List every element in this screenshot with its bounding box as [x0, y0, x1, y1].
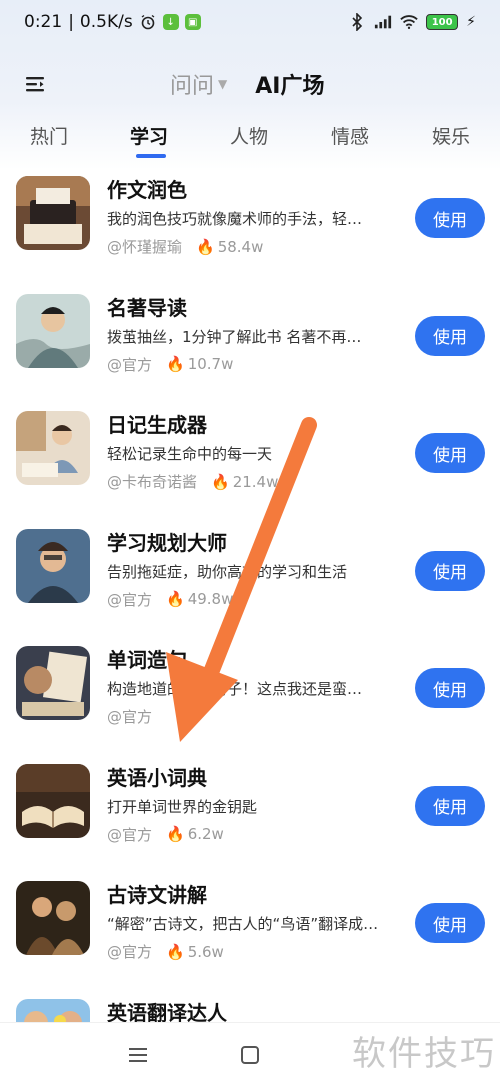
item-meta: @卡布奇诺酱 🔥 21.4w	[107, 471, 278, 492]
status-time: 0:21	[24, 12, 63, 32]
category-tabs: 热门 学习 人物 情感 娱乐	[0, 118, 500, 158]
home-icon[interactable]	[241, 1046, 259, 1064]
tab-emotion[interactable]: 情感	[331, 122, 369, 149]
tab-hot[interactable]: 热门	[30, 122, 68, 149]
item-usage-count: w	[188, 707, 201, 726]
item-description: 告别拖延症，助你高效的学习和生活	[107, 562, 348, 581]
list-item[interactable]: 单词造句 构造地道的英语句子！这点我还是蛮… @官方 w 使用	[0, 640, 500, 758]
item-thumbnail	[16, 176, 90, 250]
status-speed: 0.5K/s	[79, 12, 133, 32]
item-description: 打开单词世界的金钥匙	[107, 797, 258, 816]
item-description: “解密”古诗文，把古人的“鸟语”翻译成…	[107, 915, 379, 933]
item-meta: @官方 🔥 49.8w	[107, 589, 233, 610]
item-usage-count: 5.6w	[187, 942, 224, 961]
item-author: @官方	[107, 708, 153, 726]
flame-icon: 🔥	[196, 237, 215, 256]
item-title: 学习规划大师	[107, 530, 227, 555]
item-title: 名著导读	[107, 295, 187, 320]
item-title: 作文润色	[107, 178, 187, 202]
item-meta: @官方 🔥 6.2w	[107, 824, 224, 845]
use-button[interactable]: 使用	[415, 668, 485, 708]
assistant-list: 作文润色 我的润色技巧就像魔术师的手法，轻… @怀瑾握瑜 🔥 58.4w 使用 名…	[0, 170, 500, 1084]
signal-icon	[374, 13, 392, 31]
item-thumbnail	[16, 646, 90, 720]
list-item[interactable]: 学习规划大师 告别拖延症，助你高效的学习和生活 @官方 🔥 49.8w 使用	[0, 523, 500, 641]
item-title: 日记生成器	[107, 413, 207, 437]
active-tab-indicator	[136, 154, 166, 158]
recent-apps-icon[interactable]	[128, 1047, 148, 1063]
list-item[interactable]: 作文润色 我的润色技巧就像魔术师的手法，轻… @怀瑾握瑜 🔥 58.4w 使用	[0, 170, 500, 288]
item-meta: @怀瑾握瑜 🔥 58.4w	[107, 236, 263, 257]
ask-label: 问问	[170, 74, 215, 99]
charging-icon: ⚡	[466, 14, 476, 30]
list-item[interactable]: 古诗文讲解 “解密”古诗文，把古人的“鸟语”翻译成… @官方 🔥 5.6w 使用	[0, 875, 500, 993]
download-icon: ↓	[162, 14, 179, 30]
item-thumbnail	[16, 528, 90, 603]
item-meta: @官方 🔥 5.6w	[107, 941, 224, 962]
item-usage-count: 6.2w	[187, 825, 224, 843]
item-meta: @官方 🔥 10.7w	[107, 354, 233, 375]
flame-icon: 🔥	[166, 825, 185, 843]
item-description: 轻松记录生命中的每一天	[107, 445, 273, 463]
list-item[interactable]: 日记生成器 轻松记录生命中的每一天 @卡布奇诺酱 🔥 21.4w 使用	[0, 405, 500, 523]
bluetooth-icon	[348, 13, 366, 31]
item-title: 古诗文讲解	[107, 883, 207, 907]
item-usage-count: 21.4w	[232, 472, 279, 491]
item-usage-count: 49.8w	[187, 590, 234, 608]
tab-people[interactable]: 人物	[230, 122, 268, 149]
flame-icon: 🔥	[211, 472, 230, 491]
item-description: 拨茧抽丝，1分钟了解此书 名著不再…	[107, 327, 362, 346]
use-button[interactable]: 使用	[415, 903, 485, 943]
item-description: 构造地道的英语句子！这点我还是蛮…	[107, 680, 363, 698]
use-button[interactable]: 使用	[415, 433, 485, 473]
flame-icon: 🔥	[166, 355, 185, 373]
tab-entertainment[interactable]: 娱乐	[432, 122, 470, 149]
ai-square-tab[interactable]: AI广场	[255, 68, 324, 100]
status-bar: 0:21 | 0.5K/s ↓ ▣ 100 ⚡	[0, 0, 500, 44]
item-description: 我的润色技巧就像魔术师的手法，轻…	[107, 210, 363, 228]
item-thumbnail	[16, 293, 90, 368]
alarm-icon	[139, 13, 157, 31]
flame-icon: 🔥	[166, 942, 185, 961]
item-author: @卡布奇诺酱	[107, 473, 198, 491]
item-author: @官方	[107, 590, 153, 609]
battery-icon: 100	[426, 14, 459, 30]
list-item[interactable]: 英语小词典 打开单词世界的金钥匙 @官方 🔥 6.2w 使用	[0, 758, 500, 876]
use-button[interactable]: 使用	[415, 785, 485, 826]
menu-icon[interactable]	[24, 72, 48, 96]
use-button[interactable]: 使用	[415, 315, 485, 356]
list-item[interactable]: 名著导读 拨茧抽丝，1分钟了解此书 名著不再… @官方 🔥 10.7w 使用	[0, 288, 500, 406]
item-thumbnail	[16, 763, 90, 838]
item-usage-count: 10.7w	[187, 355, 234, 373]
flame-icon: 🔥	[166, 590, 185, 608]
item-author: @怀瑾握瑜	[107, 238, 183, 256]
wifi-icon	[400, 13, 418, 31]
item-meta: @官方 w	[107, 706, 200, 727]
item-author: @官方	[107, 825, 153, 844]
app-notification-icon: ▣	[184, 14, 201, 30]
watermark: 软件技巧	[352, 1034, 496, 1074]
item-author: @官方	[107, 943, 153, 961]
status-separator: |	[68, 12, 74, 32]
item-title: 英语小词典	[107, 765, 207, 790]
item-author: @官方	[107, 355, 153, 374]
chevron-down-icon: ▼	[218, 77, 228, 91]
tab-study[interactable]: 学习	[130, 122, 168, 149]
item-thumbnail	[16, 411, 90, 485]
use-button[interactable]: 使用	[415, 550, 485, 591]
ask-tab[interactable]: 问问 ▼	[170, 68, 227, 100]
top-navigation: 问问 ▼ AI广场	[0, 62, 500, 106]
item-usage-count: 58.4w	[217, 237, 264, 256]
use-button[interactable]: 使用	[415, 198, 485, 238]
item-title: 单词造句	[107, 648, 187, 672]
item-thumbnail	[16, 881, 90, 955]
